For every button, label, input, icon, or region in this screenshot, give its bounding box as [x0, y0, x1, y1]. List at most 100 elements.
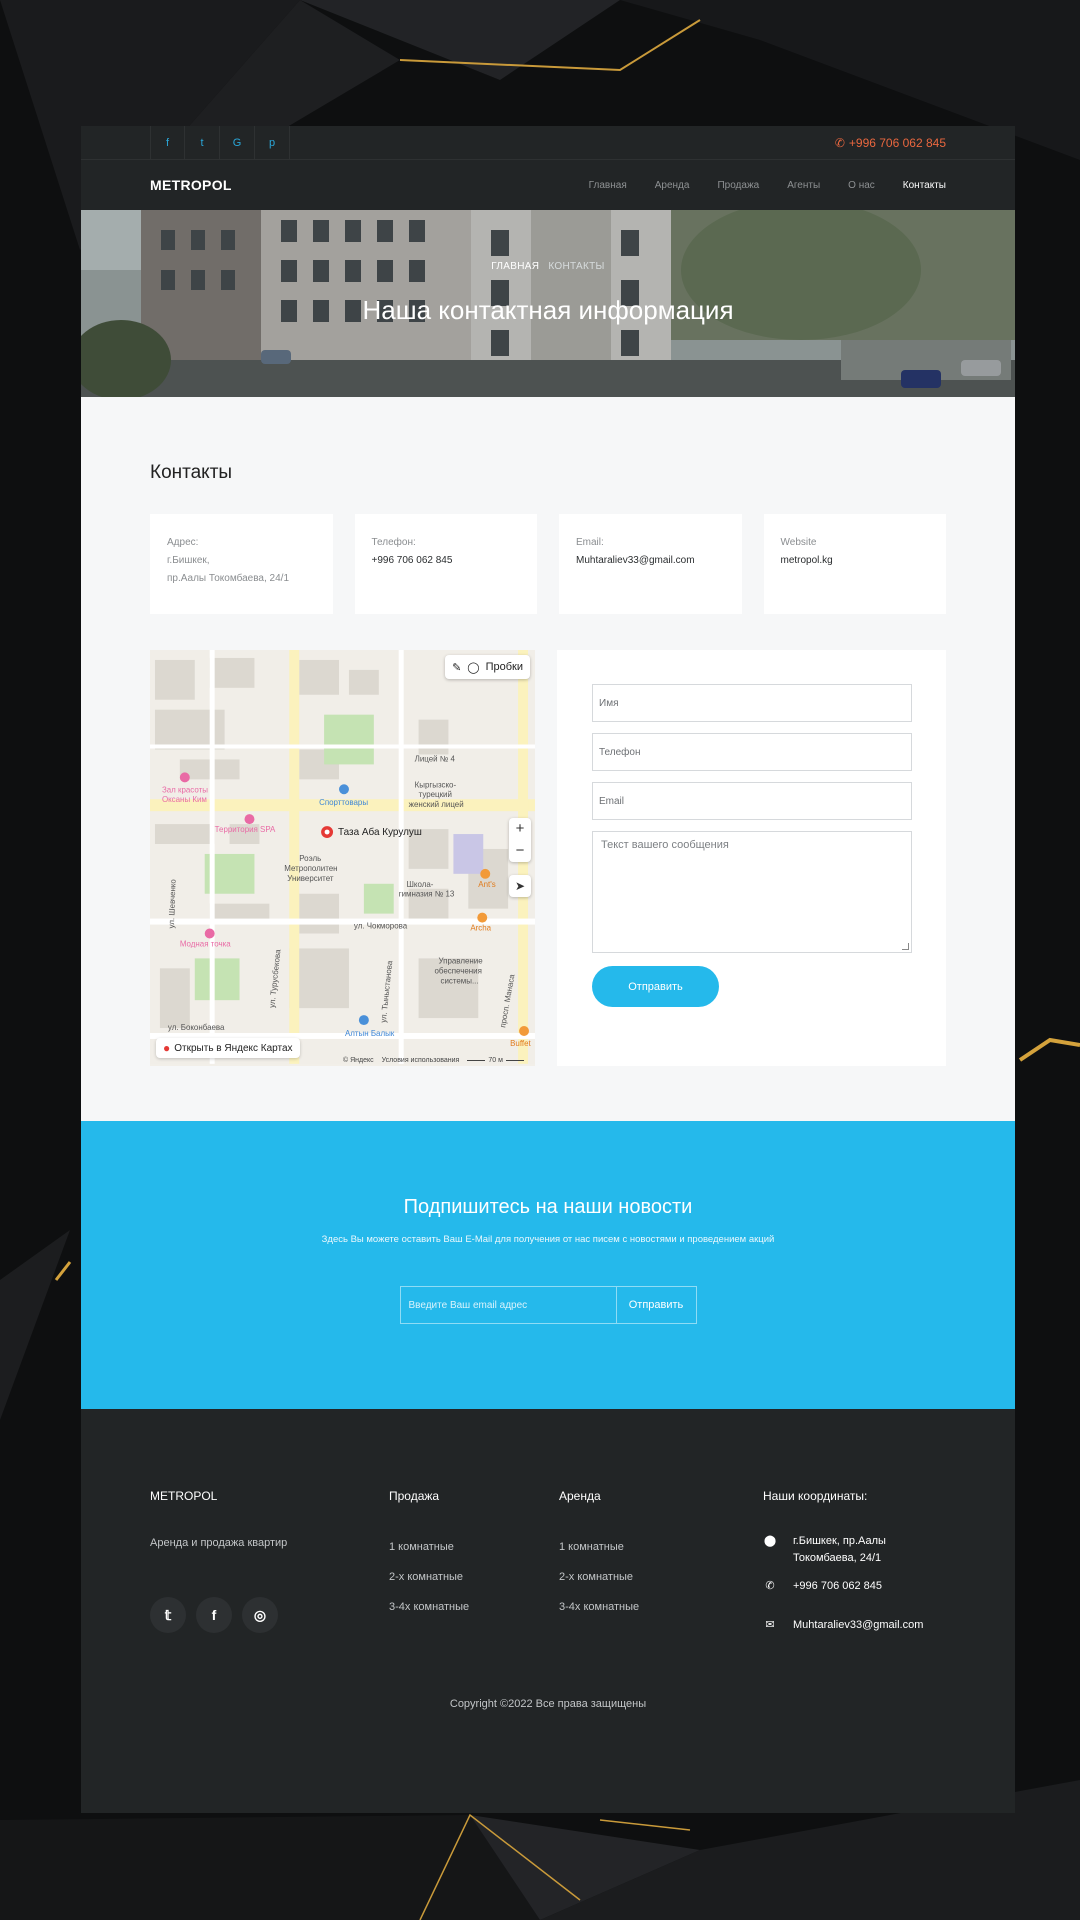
subscribe-email-input[interactable]: Введите Ваш email адрес	[399, 1286, 616, 1324]
map-copyright: © Яндекс	[343, 1057, 374, 1064]
map-label-kg-lyceum-2: турецкий	[419, 790, 452, 799]
footer-coords-title: Наши координаты:	[763, 1489, 868, 1503]
address-line-1: г.Бишкек,	[167, 555, 210, 566]
address-label: Адрес:	[167, 537, 199, 548]
footer-address-row: ⬤ г.Бишкек, пр.Аалы Токомбаева, 24/1	[763, 1533, 963, 1567]
pinterest-icon[interactable]: p	[255, 125, 290, 160]
send-button[interactable]: Отправить	[592, 966, 719, 1007]
footer-sale-item[interactable]: 2-х комнатные	[389, 1571, 469, 1583]
footer: METROPOL Аренда и продажа квартир 𝕥 f ◎ …	[81, 1409, 1015, 1812]
zoom-controls: + −	[509, 818, 531, 862]
nav-item-contacts[interactable]: Контакты	[903, 180, 946, 191]
yandex-map[interactable]: Лицей № 4 Кыргызско- турецкий женский ли…	[150, 650, 535, 1066]
footer-sale-item[interactable]: 3-4х комнатные	[389, 1601, 469, 1613]
map-terms-link[interactable]: Условия использования	[382, 1057, 460, 1064]
footer-logo[interactable]: METROPOL	[150, 1489, 287, 1503]
footer-social-icons: 𝕥 f ◎	[150, 1597, 287, 1633]
facebook-icon[interactable]: f	[150, 125, 185, 160]
map-label-univ-1: Роэль	[299, 854, 321, 863]
top-phone[interactable]: ✆ +996 706 062 845	[835, 136, 946, 150]
map-label-lyceum: Лицей № 4	[415, 754, 456, 763]
twitter-icon[interactable]: 𝕥	[150, 1597, 186, 1633]
breadcrumb-home[interactable]: ГЛАВНАЯ	[491, 261, 539, 272]
email-input[interactable]: Email	[592, 782, 912, 820]
map-poi-label[interactable]: Таза Аба Курулуш	[338, 827, 422, 838]
copyright: Copyright ©2022 Все права защищены	[449, 1698, 647, 1710]
footer-about: METROPOL Аренда и продажа квартир 𝕥 f ◎	[150, 1489, 287, 1633]
website-card: Website metropol.kg	[763, 514, 946, 614]
phone-label: Телефон:	[371, 537, 416, 548]
email-value[interactable]: Muhtaraliev33@gmail.com	[576, 552, 725, 570]
subscribe-section: Подпишитесь на наши новости Здесь Вы мож…	[81, 1121, 1015, 1409]
traffic-label: Пробки	[485, 661, 523, 673]
map-label-buffet: Buffet	[510, 1039, 531, 1048]
nav-item-home[interactable]: Главная	[589, 180, 627, 191]
breadcrumb: ГЛАВНАЯ КОНТАКТЫ	[81, 261, 1015, 272]
top-phone-number: +996 706 062 845	[848, 135, 946, 150]
footer-email-row: ✉ Muhtaraliev33@gmail.com	[763, 1617, 963, 1634]
name-input[interactable]: Имя	[592, 684, 912, 722]
contacts-section: Контакты Адрес: г.Бишкек, пр.Аалы Токомб…	[81, 397, 1015, 1121]
map-label-kg-lyceum-3: женский лицей	[409, 800, 464, 809]
phone-icon: ✆	[765, 1580, 775, 1592]
map-label-beauty-2: Оксаны Ким	[162, 795, 207, 804]
footer-rent-item[interactable]: 1 комнатные	[559, 1541, 639, 1553]
map-label-univ-3: Университет	[287, 874, 334, 883]
map-label-altyn: Алтын Балык	[345, 1029, 395, 1038]
nav-item-about[interactable]: О нас	[848, 180, 875, 191]
zoom-out-icon[interactable]: −	[516, 840, 525, 862]
map-canvas[interactable]: Лицей № 4 Кыргызско- турецкий женский ли…	[150, 650, 535, 1064]
message-textarea[interactable]: Текст вашего сообщения	[592, 831, 912, 953]
map-pin-icon: ●	[163, 1041, 171, 1055]
social-links: f t G p	[150, 125, 290, 160]
top-bar: f t G p ✆ +996 706 062 845	[81, 125, 1015, 160]
nav-item-rent[interactable]: Аренда	[655, 180, 690, 191]
geolocation-button[interactable]: ➤	[509, 875, 531, 897]
breadcrumb-current: КОНТАКТЫ	[548, 261, 605, 272]
footer-email[interactable]: Muhtaraliev33@gmail.com	[793, 1617, 923, 1634]
footer-phone-row: ✆ +996 706 062 845	[763, 1578, 963, 1595]
map-label-school-1: Школа-	[407, 880, 434, 889]
nav-item-agents[interactable]: Агенты	[787, 180, 820, 191]
subscribe-button[interactable]: Отправить	[615, 1286, 697, 1324]
map-label-supply-3: системы...	[440, 976, 478, 985]
envelope-icon: ✉	[765, 1619, 775, 1631]
google-icon[interactable]: G	[220, 125, 255, 160]
contact-cards: Адрес: г.Бишкек, пр.Аалы Токомбаева, 24/…	[150, 514, 946, 614]
map-label-beauty-1: Зал красоты	[162, 785, 208, 794]
phone-value[interactable]: +996 706 062 845	[372, 552, 521, 570]
nav-item-sale[interactable]: Продажа	[717, 180, 759, 191]
open-in-yandex-label: Открыть в Яндекс Картах	[174, 1042, 293, 1054]
footer-sale-item[interactable]: 1 комнатные	[389, 1541, 469, 1553]
traffic-button[interactable]: ✎ ◯ Пробки	[445, 655, 530, 679]
subscribe-title: Подпишитесь на наши новости	[403, 1196, 693, 1218]
footer-coordinates: Наши координаты: ⬤ г.Бишкек, пр.Аалы Ток…	[763, 1489, 963, 1634]
email-label: Email:	[576, 537, 604, 548]
site-container: f t G p ✆ +996 706 062 845 METROPOL Глав…	[81, 125, 1015, 1813]
phone-input[interactable]: Телефон	[592, 733, 912, 771]
website-value[interactable]: metropol.kg	[781, 552, 930, 570]
instagram-icon[interactable]: ◎	[242, 1597, 278, 1633]
map-label-fashion: Модная точка	[180, 939, 231, 948]
footer-phone[interactable]: +996 706 062 845	[793, 1578, 882, 1595]
map-label-street-6: ул. Шевченко	[167, 878, 178, 928]
map-label-sports: Спорттовары	[319, 798, 368, 807]
map-label-street-2: ул. Боконбаева	[168, 1023, 225, 1032]
facebook-icon[interactable]: f	[196, 1597, 232, 1633]
email-card: Email: Muhtaraliev33@gmail.com	[559, 514, 742, 614]
footer-address: г.Бишкек, пр.Аалы Токомбаева, 24/1	[793, 1535, 886, 1564]
map-label-school-2: гимназия № 13	[399, 890, 455, 899]
map-form-row: Лицей № 4 Кыргызско- турецкий женский ли…	[150, 650, 946, 1066]
footer-rent-item[interactable]: 2-х комнатные	[559, 1571, 639, 1583]
site-logo[interactable]: METROPOL	[150, 177, 232, 193]
subscribe-description: Здесь Вы можете оставить Ваш E-Mail для …	[321, 1234, 775, 1245]
map-label-univ-2: Метрополитен	[284, 864, 337, 873]
zoom-in-icon[interactable]: +	[516, 818, 525, 840]
ruler-icon[interactable]: ✎	[452, 661, 461, 674]
footer-rent-item[interactable]: 3-4х комнатные	[559, 1601, 639, 1613]
footer-tagline: Аренда и продажа квартир	[150, 1537, 288, 1549]
open-in-yandex-link[interactable]: ● Открыть в Яндекс Картах	[156, 1038, 300, 1058]
twitter-icon[interactable]: t	[185, 125, 220, 160]
map-marker-icon: ⬤	[763, 1535, 777, 1547]
footer-rent-list: 1 комнатные 2-х комнатные 3-4х комнатные	[559, 1541, 639, 1613]
